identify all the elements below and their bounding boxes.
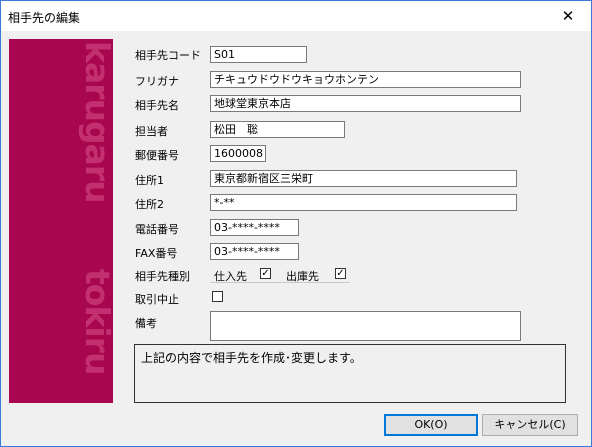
name-label: 相手先名: [135, 99, 179, 112]
code-field[interactable]: S01: [210, 46, 307, 63]
supplier-checkbox[interactable]: ✓: [260, 268, 271, 279]
window-title: 相手先の編集: [8, 11, 81, 25]
address2-label: 住所2: [135, 198, 164, 211]
title-bar: 相手先の編集 ✕: [1, 1, 591, 31]
type-divider: [210, 282, 350, 283]
suspended-checkbox[interactable]: [212, 291, 223, 302]
code-label: 相手先コード: [135, 49, 201, 62]
suspended-label: 取引中止: [135, 293, 179, 306]
furigana-field[interactable]: チキュウドウドウキョウホンテン: [210, 71, 521, 88]
brand-watermark-top: karugaru: [78, 41, 113, 203]
checkmark-icon: ✓: [261, 268, 270, 279]
postal-label: 郵便番号: [135, 149, 179, 162]
customer-checkbox[interactable]: ✓: [335, 268, 346, 279]
person-field[interactable]: 松田 聡: [210, 121, 345, 138]
ok-button[interactable]: OK(O): [384, 414, 478, 436]
brand-sidebar: karugaru tokiru: [9, 39, 113, 403]
close-button[interactable]: ✕: [545, 1, 591, 31]
cancel-button[interactable]: キャンセル(C): [482, 414, 578, 436]
dialog-window: 相手先の編集 ✕ karugaru tokiru 相手先コード S01 フリガナ…: [0, 0, 592, 447]
address1-label: 住所1: [135, 174, 164, 187]
name-field[interactable]: 地球堂東京本店: [210, 95, 521, 112]
fax-field[interactable]: 03-****-****: [210, 243, 299, 260]
type-label: 相手先種別: [135, 270, 190, 283]
notes-label: 備考: [135, 317, 157, 330]
phone-field[interactable]: 03-****-****: [210, 219, 299, 236]
person-label: 担当者: [135, 125, 168, 138]
brand-watermark-bottom: tokiru: [78, 269, 113, 375]
postal-field[interactable]: 1600008: [210, 145, 266, 162]
furigana-label: フリガナ: [135, 75, 179, 88]
phone-label: 電話番号: [135, 223, 179, 236]
address2-field[interactable]: *-**: [210, 194, 517, 211]
status-message: 上記の内容で相手先を作成･変更します。: [134, 344, 566, 403]
address1-field[interactable]: 東京都新宿区三栄町: [210, 170, 517, 187]
notes-field[interactable]: [210, 311, 521, 341]
fax-label: FAX番号: [135, 247, 178, 260]
checkmark-icon: ✓: [336, 268, 345, 279]
